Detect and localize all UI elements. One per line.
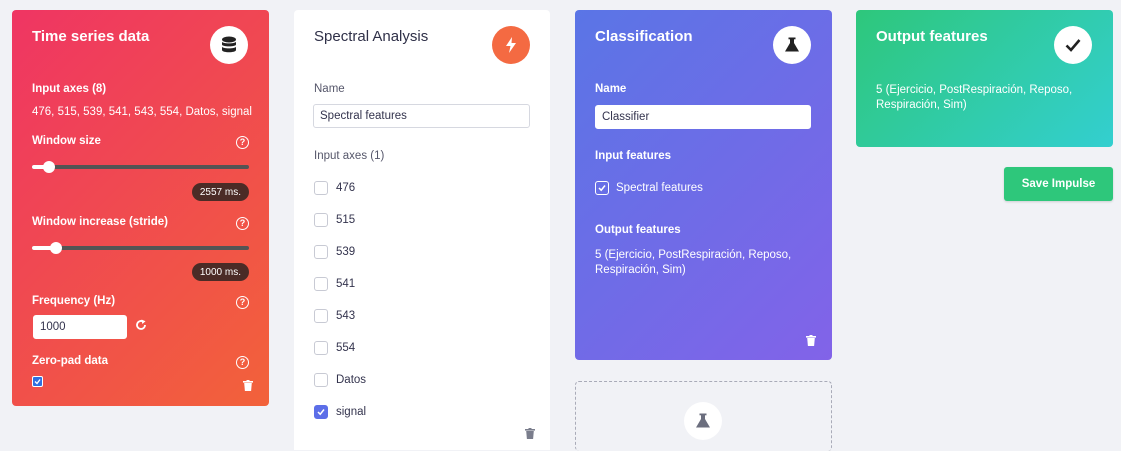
- time-series-card: Time series data Input axes (8) 476, 515…: [12, 10, 269, 406]
- check-icon-badge: [1054, 26, 1092, 64]
- input-axis-checkbox[interactable]: [314, 341, 328, 355]
- window-size-value: 2557 ms.: [191, 183, 249, 201]
- lightning-icon: [506, 37, 516, 53]
- checkmark-icon: [317, 409, 325, 416]
- output-features-label: Output features: [595, 224, 681, 236]
- classification-title: Classification: [595, 28, 693, 45]
- output-features-value: 5 (Ejercicio, PostRespiración, Reposo, R…: [876, 84, 1073, 111]
- window-increase-value: 1000 ms.: [191, 263, 249, 281]
- window-size-label: Window size: [32, 135, 101, 147]
- input-axis-label: 515: [336, 214, 356, 226]
- flask-icon: [696, 413, 710, 428]
- trash-icon[interactable]: [806, 335, 816, 346]
- flask-icon-badge[interactable]: [684, 402, 722, 440]
- flask-icon: [785, 37, 799, 52]
- flask-icon-badge: [773, 26, 811, 64]
- output-features-card: Output features 5 (Ejercicio, PostRespir…: [856, 10, 1113, 147]
- database-icon-badge: [210, 26, 248, 64]
- input-axis-checkbox[interactable]: [314, 373, 328, 387]
- window-increase-label: Window increase (stride): [32, 216, 169, 228]
- input-axis-label: 539: [336, 246, 356, 258]
- input-features-label: Input features: [595, 150, 672, 162]
- input-axis-label: 476: [336, 182, 356, 194]
- input-axis-item[interactable]: 554: [314, 341, 355, 355]
- input-axis-checkbox[interactable]: [314, 309, 328, 323]
- time-series-title: Time series data: [32, 28, 150, 45]
- checkmark-icon: [598, 185, 606, 192]
- input-axis-item[interactable]: 476: [314, 181, 355, 195]
- input-axis-item[interactable]: 543: [314, 309, 355, 323]
- classifier-name-input[interactable]: Classifier: [595, 105, 811, 129]
- input-axis-item[interactable]: Datos: [314, 373, 366, 387]
- refresh-icon[interactable]: [135, 319, 147, 334]
- frequency-label: Frequency (Hz): [32, 295, 116, 307]
- input-axis-item[interactable]: 541: [314, 277, 355, 291]
- zero-pad-help-icon[interactable]: ?: [236, 356, 249, 369]
- input-axis-checkbox[interactable]: [314, 181, 328, 195]
- check-icon: [1065, 39, 1081, 52]
- spectral-analysis-card: Spectral Analysis Name Spectral features…: [294, 10, 550, 450]
- input-axis-label: 541: [336, 278, 356, 290]
- window-increase-slider[interactable]: [32, 242, 249, 254]
- zero-pad-label: Zero-pad data: [32, 355, 109, 367]
- window-size-slider-handle[interactable]: [43, 161, 56, 173]
- frequency-input[interactable]: 1000: [33, 315, 127, 339]
- output-features-title: Output features: [876, 28, 988, 45]
- input-feature-label: Spectral features: [616, 182, 703, 194]
- frequency-help-icon[interactable]: ?: [236, 296, 249, 309]
- spectral-analysis-title: Spectral Analysis: [314, 28, 429, 45]
- classification-card: Classification Name Classifier Input fea…: [575, 10, 832, 360]
- output-features-value: 5 (Ejercicio, PostRespiración, Reposo, R…: [595, 249, 792, 276]
- input-axes-label: Input axes (8): [32, 83, 107, 95]
- input-feature-checkbox[interactable]: [595, 181, 609, 195]
- window-increase-slider-handle[interactable]: [49, 242, 62, 254]
- input-axis-checkbox[interactable]: [314, 213, 328, 227]
- input-feature-item[interactable]: Spectral features: [595, 181, 703, 195]
- input-axes-label: Input axes (1): [314, 150, 385, 162]
- input-axis-label: 554: [336, 342, 356, 354]
- input-axis-label: signal: [336, 406, 367, 418]
- input-axis-label: Datos: [336, 374, 367, 386]
- window-size-slider[interactable]: [32, 161, 249, 173]
- window-increase-help-icon[interactable]: ?: [236, 217, 249, 230]
- input-axis-item[interactable]: signal: [314, 405, 366, 419]
- spectral-name-input[interactable]: Spectral features: [313, 104, 530, 128]
- save-impulse-button[interactable]: Save Impulse: [1004, 167, 1113, 201]
- input-axis-checkbox[interactable]: [314, 277, 328, 291]
- lightning-icon-badge: [492, 26, 530, 64]
- name-label: Name: [314, 83, 345, 95]
- trash-icon[interactable]: [525, 428, 535, 439]
- input-axis-item[interactable]: 515: [314, 213, 355, 227]
- add-learning-block[interactable]: [575, 381, 832, 451]
- input-axis-label: 543: [336, 310, 356, 322]
- window-size-help-icon[interactable]: ?: [236, 136, 249, 149]
- trash-icon[interactable]: [243, 380, 253, 391]
- input-axis-item[interactable]: 539: [314, 245, 355, 259]
- checkmark-icon: [33, 377, 42, 386]
- name-label: Name: [595, 83, 627, 95]
- database-icon: [222, 36, 236, 53]
- input-axis-checkbox[interactable]: [314, 405, 328, 419]
- input-axes-value: 476, 515, 539, 541, 543, 554, Datos, sig…: [32, 106, 252, 118]
- zero-pad-checkbox[interactable]: [32, 376, 43, 387]
- input-axis-checkbox[interactable]: [314, 245, 328, 259]
